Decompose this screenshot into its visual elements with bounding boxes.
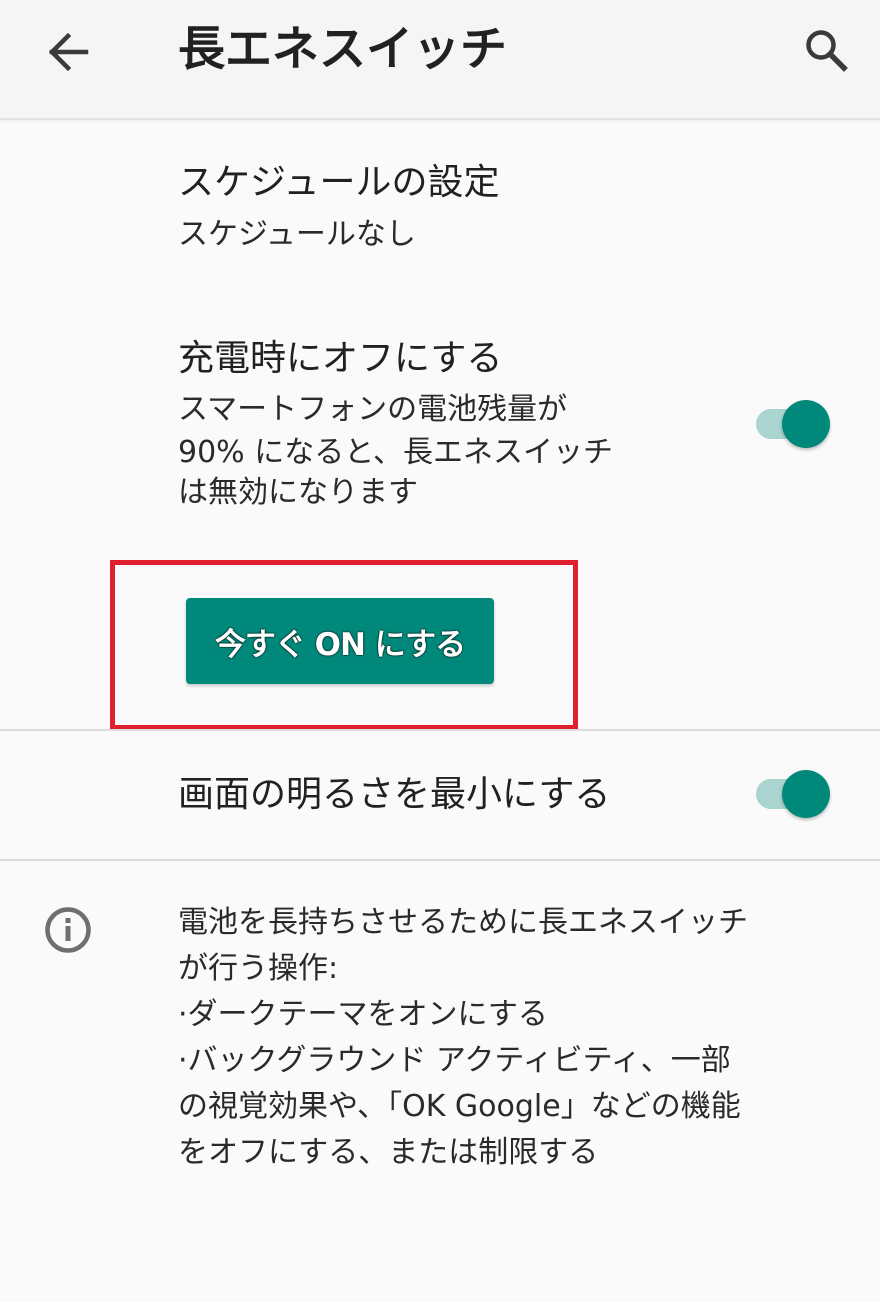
app-bar: 長エネスイッチ [0,0,880,120]
info-text: 電池を長持ちさせるために長エネスイッチ が行う操作: ·ダークテーマをオンにする… [178,900,858,1176]
min-brightness-toggle[interactable] [752,768,838,820]
info-line: ·ダークテーマをオンにする [178,997,548,1032]
charging-off-title: 充電時にオフにする [178,338,503,379]
info-line: をオフにする、または制限する [178,1135,599,1170]
info-line: の視覚効果や、「OK Google」などの機能 [178,1089,741,1124]
back-button[interactable] [32,20,104,84]
divider [0,729,880,731]
min-brightness-title: 画面の明るさを最小にする [178,774,611,815]
info-line: 電池を長持ちさせるために長エネスイッチ [178,905,748,940]
info-icon [44,906,92,954]
info-line: ·バックグラウンド アクティビティ、一部 [178,1043,731,1078]
info-line: が行う操作: [178,951,339,986]
turn-on-now-button[interactable]: 今すぐ ON にする [186,598,494,684]
schedule-summary: スケジュールなし [178,217,416,252]
page-title: 長エネスイッチ [178,22,507,77]
search-button[interactable] [794,18,858,82]
charging-off-summary-line-2: 90% になると、長エネスイッチ [178,435,614,470]
arrow-back-icon [48,32,89,72]
switch-thumb [782,400,830,448]
charging-off-summary-line-1: スマートフォンの電池残量が [178,392,568,427]
charging-off-toggle[interactable] [752,398,838,450]
switch-thumb [782,770,830,818]
search-icon [806,30,848,72]
divider [0,859,880,861]
charging-off-summary-line-3: は無効になります [178,475,418,510]
schedule-title: スケジュールの設定 [178,162,500,203]
